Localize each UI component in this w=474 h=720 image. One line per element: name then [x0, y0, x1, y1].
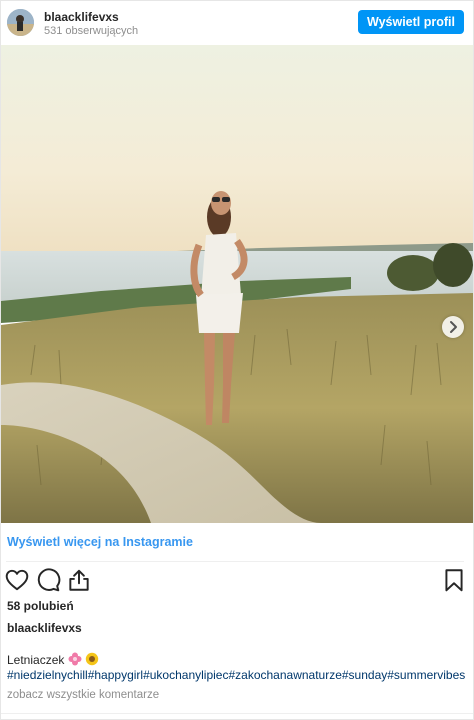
header-username[interactable]: blaacklifevxs — [44, 10, 119, 24]
flower-emoji — [68, 652, 82, 669]
view-profile-button[interactable]: Wyświetl profil — [358, 10, 464, 34]
caption-text: Letniaczek — [7, 652, 99, 669]
comment-icon[interactable] — [35, 567, 61, 593]
caption-username[interactable]: blaacklifevxs — [7, 621, 82, 635]
divider — [6, 561, 464, 562]
share-icon[interactable] — [66, 567, 92, 593]
hashtags[interactable]: #niedzielnychill#happygirl#ukochanylipie… — [7, 668, 473, 682]
divider — [1, 713, 473, 714]
post-header: blaacklifevxs 531 obserwujących Wyświetl… — [1, 1, 473, 45]
action-bar — [1, 567, 473, 595]
carousel-next-button[interactable] — [442, 316, 464, 338]
avatar-image — [7, 9, 34, 36]
view-more-on-instagram-link[interactable]: Wyświetl więcej na Instagramie — [7, 535, 193, 549]
heart-icon[interactable] — [4, 567, 30, 593]
caption-body: Letniaczek — [7, 653, 65, 667]
view-all-comments-link[interactable]: zobacz wszystkie komentarze — [7, 689, 159, 701]
post-photo[interactable] — [1, 45, 473, 523]
bookmark-icon[interactable] — [441, 567, 467, 593]
like-count[interactable]: 58 polubień — [7, 599, 74, 613]
sunflower-emoji — [85, 652, 99, 669]
follower-count: 531 obserwujących — [44, 25, 139, 37]
chevron-right-icon — [450, 321, 457, 333]
instagram-embed-card: blaacklifevxs 531 obserwujących Wyświetl… — [0, 0, 474, 720]
avatar[interactable] — [7, 9, 34, 36]
photo-image — [1, 45, 473, 523]
